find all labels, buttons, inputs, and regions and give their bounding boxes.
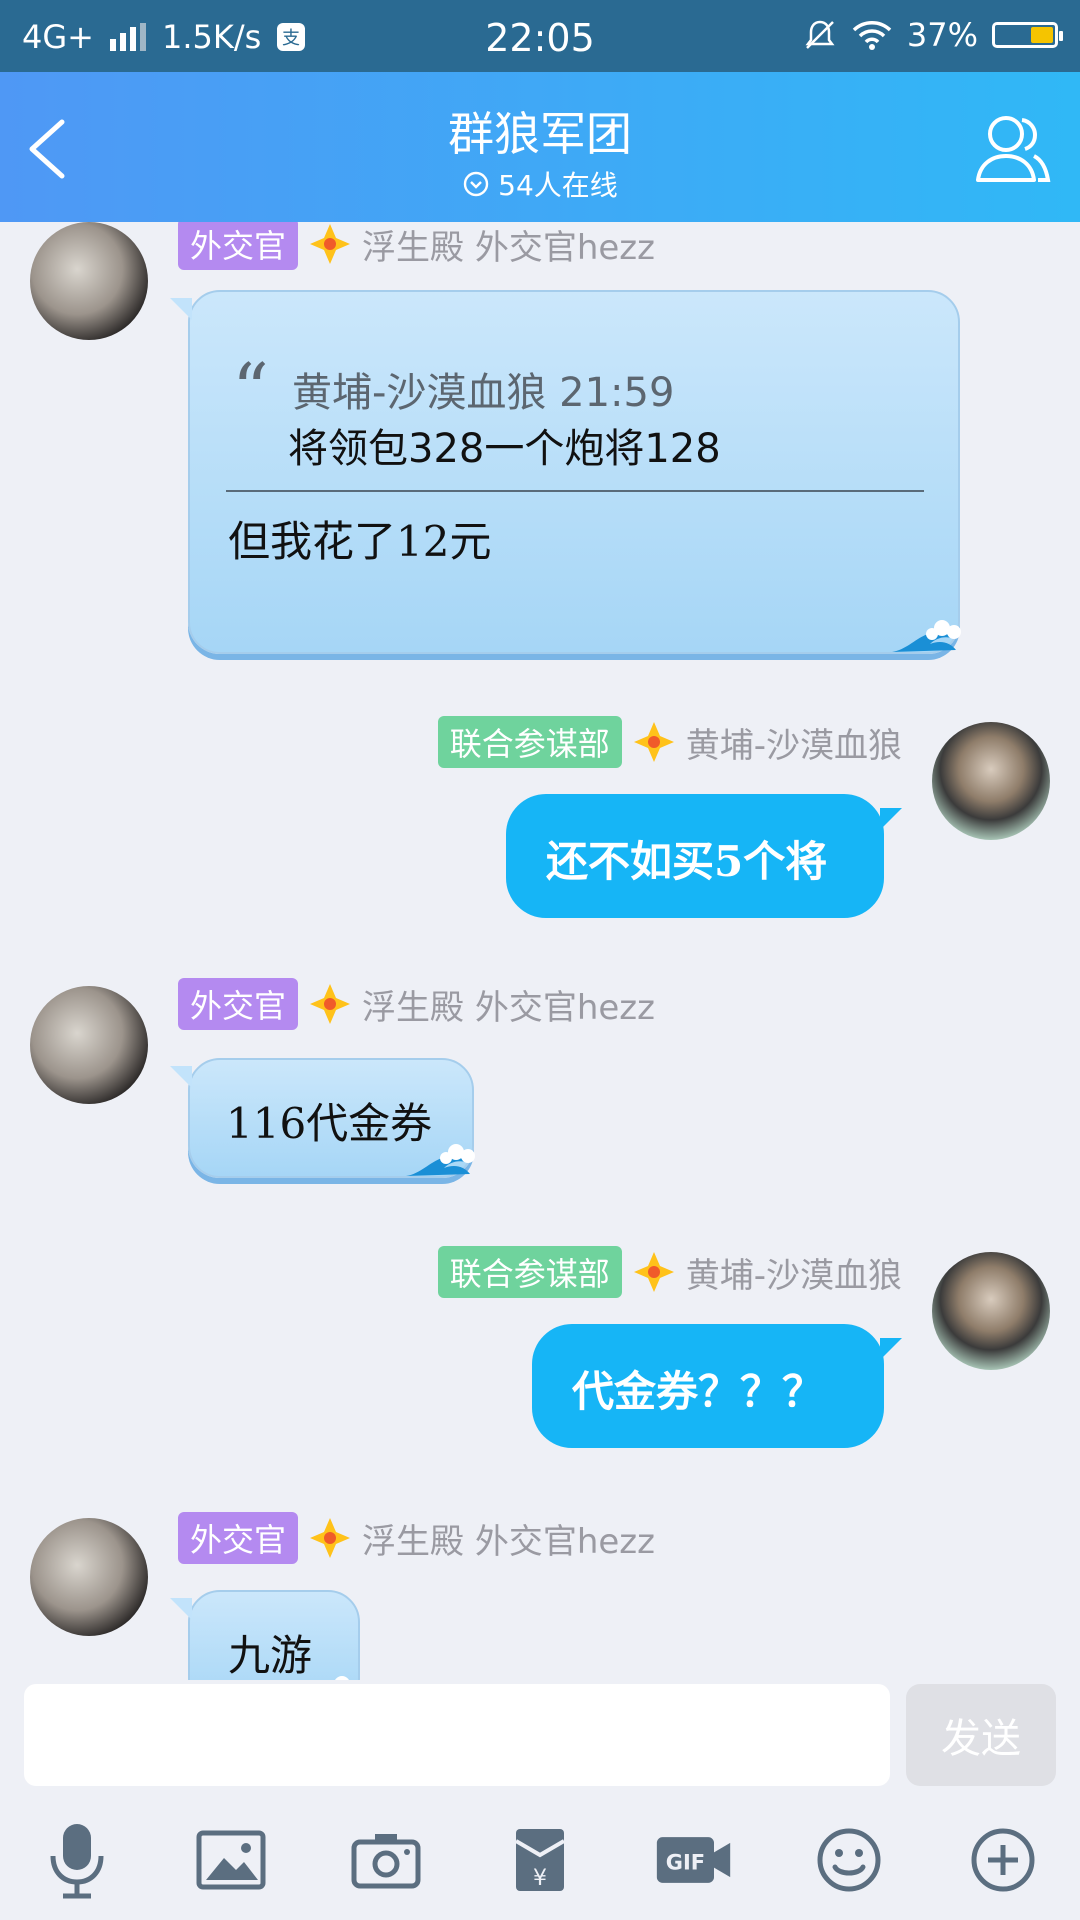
svg-text:GIF: GIF bbox=[666, 1851, 705, 1875]
sender-name: 黄埔-沙漠血狼 bbox=[685, 1255, 902, 1296]
title-bar: 群狼军团 54人在线 bbox=[0, 72, 1080, 222]
bubble-tail bbox=[880, 808, 902, 830]
voice-icon[interactable] bbox=[37, 1820, 117, 1900]
message-bubble[interactable]: “ 黄埔-沙漠血狼 21:59 将领包328一个炮将128 但我花了12元 bbox=[170, 290, 961, 654]
message-text: 代金券？？？ bbox=[572, 1367, 825, 1416]
sender-meta: 外交官 浮生殿 外交官hezz bbox=[178, 1512, 655, 1564]
sender-meta: 联合参谋部 黄埔-沙漠血狼 bbox=[437, 716, 902, 768]
star-badge-icon bbox=[633, 722, 674, 762]
bubble-tail bbox=[170, 298, 192, 320]
avatar[interactable] bbox=[932, 1252, 1050, 1370]
message-text: 但我花了12元 bbox=[228, 517, 492, 566]
message-bubble[interactable]: 九游 bbox=[170, 1590, 360, 1680]
wifi-icon bbox=[852, 21, 892, 50]
message-list[interactable]: 外交官 浮生殿 外交官hezz “ 黄埔-沙漠血狼 21:59 将领包328一个… bbox=[0, 222, 1080, 1680]
avatar[interactable] bbox=[932, 722, 1050, 840]
role-tag: 联合参谋部 bbox=[437, 716, 622, 768]
quote-divider bbox=[226, 490, 924, 492]
wave-decoration-icon bbox=[335, 1676, 349, 1680]
wave-decoration-icon bbox=[892, 620, 961, 652]
battery-percent: 37% bbox=[906, 16, 978, 54]
quote-author: 黄埔-沙漠血狼 21:59 bbox=[292, 370, 675, 416]
toolbar: ¥ GIF bbox=[0, 1800, 1080, 1920]
bubble-tail bbox=[170, 1598, 192, 1620]
avatar[interactable] bbox=[30, 1518, 148, 1636]
message-bubble[interactable]: 还不如买5个将 bbox=[506, 794, 902, 918]
avatar[interactable] bbox=[30, 222, 148, 340]
role-tag: 外交官 bbox=[178, 1512, 299, 1564]
mute-bell-icon bbox=[805, 20, 835, 49]
input-bar: 发送 bbox=[0, 1680, 1080, 1800]
star-badge-icon bbox=[633, 1252, 674, 1292]
message-bubble[interactable]: 代金券？？？ bbox=[532, 1324, 902, 1448]
sender-meta: 外交官 浮生殿 外交官hezz bbox=[178, 222, 655, 270]
message-input[interactable] bbox=[24, 1684, 890, 1786]
send-button[interactable]: 发送 bbox=[906, 1684, 1056, 1786]
role-tag: 外交官 bbox=[178, 222, 299, 270]
battery-icon bbox=[992, 22, 1063, 48]
role-tag: 联合参谋部 bbox=[437, 1246, 622, 1298]
sender-meta: 联合参谋部 黄埔-沙漠血狼 bbox=[437, 1246, 902, 1298]
online-count: 54人在线 bbox=[498, 169, 618, 202]
quote-icon: “ bbox=[232, 348, 269, 432]
bubble-tail bbox=[880, 1338, 902, 1360]
wave-decoration-icon bbox=[406, 1144, 475, 1176]
sender-name: 浮生殿 外交官hezz bbox=[362, 1521, 655, 1562]
role-tag: 外交官 bbox=[178, 978, 299, 1030]
online-status[interactable]: 54人在线 bbox=[0, 164, 1080, 204]
svg-text:¥: ¥ bbox=[533, 1866, 547, 1891]
star-badge-icon bbox=[310, 1518, 351, 1558]
red-packet-icon[interactable]: ¥ bbox=[500, 1820, 580, 1900]
camera-icon[interactable] bbox=[346, 1820, 426, 1900]
group-members-icon[interactable] bbox=[972, 110, 1054, 186]
sender-name: 黄埔-沙漠血狼 bbox=[685, 725, 902, 766]
sender-name: 浮生殿 外交官hezz bbox=[362, 227, 655, 268]
plus-icon[interactable] bbox=[963, 1820, 1043, 1900]
bubble-tail bbox=[170, 1066, 192, 1088]
status-bar: 4G+ 1.5K/s 支 22:05 37% bbox=[0, 0, 1080, 72]
star-badge-icon bbox=[310, 224, 351, 264]
sender-meta: 外交官 浮生殿 外交官hezz bbox=[178, 978, 655, 1030]
status-right: 37% bbox=[803, 16, 1063, 54]
emoji-icon[interactable] bbox=[809, 1820, 889, 1900]
sender-name: 浮生殿 外交官hezz bbox=[362, 987, 655, 1028]
star-badge-icon bbox=[310, 984, 351, 1024]
group-title: 群狼军团 bbox=[448, 107, 632, 161]
gif-icon[interactable]: GIF bbox=[654, 1820, 734, 1900]
message-bubble[interactable]: 116代金券 bbox=[170, 1058, 475, 1178]
image-icon[interactable] bbox=[191, 1820, 271, 1900]
message-text: 116代金券 bbox=[226, 1099, 433, 1148]
quote-text: 将领包328一个炮将128 bbox=[288, 426, 721, 472]
avatar[interactable] bbox=[30, 986, 148, 1104]
chevron-down-circle-icon bbox=[463, 171, 489, 197]
message-text: 还不如买5个将 bbox=[546, 837, 828, 886]
